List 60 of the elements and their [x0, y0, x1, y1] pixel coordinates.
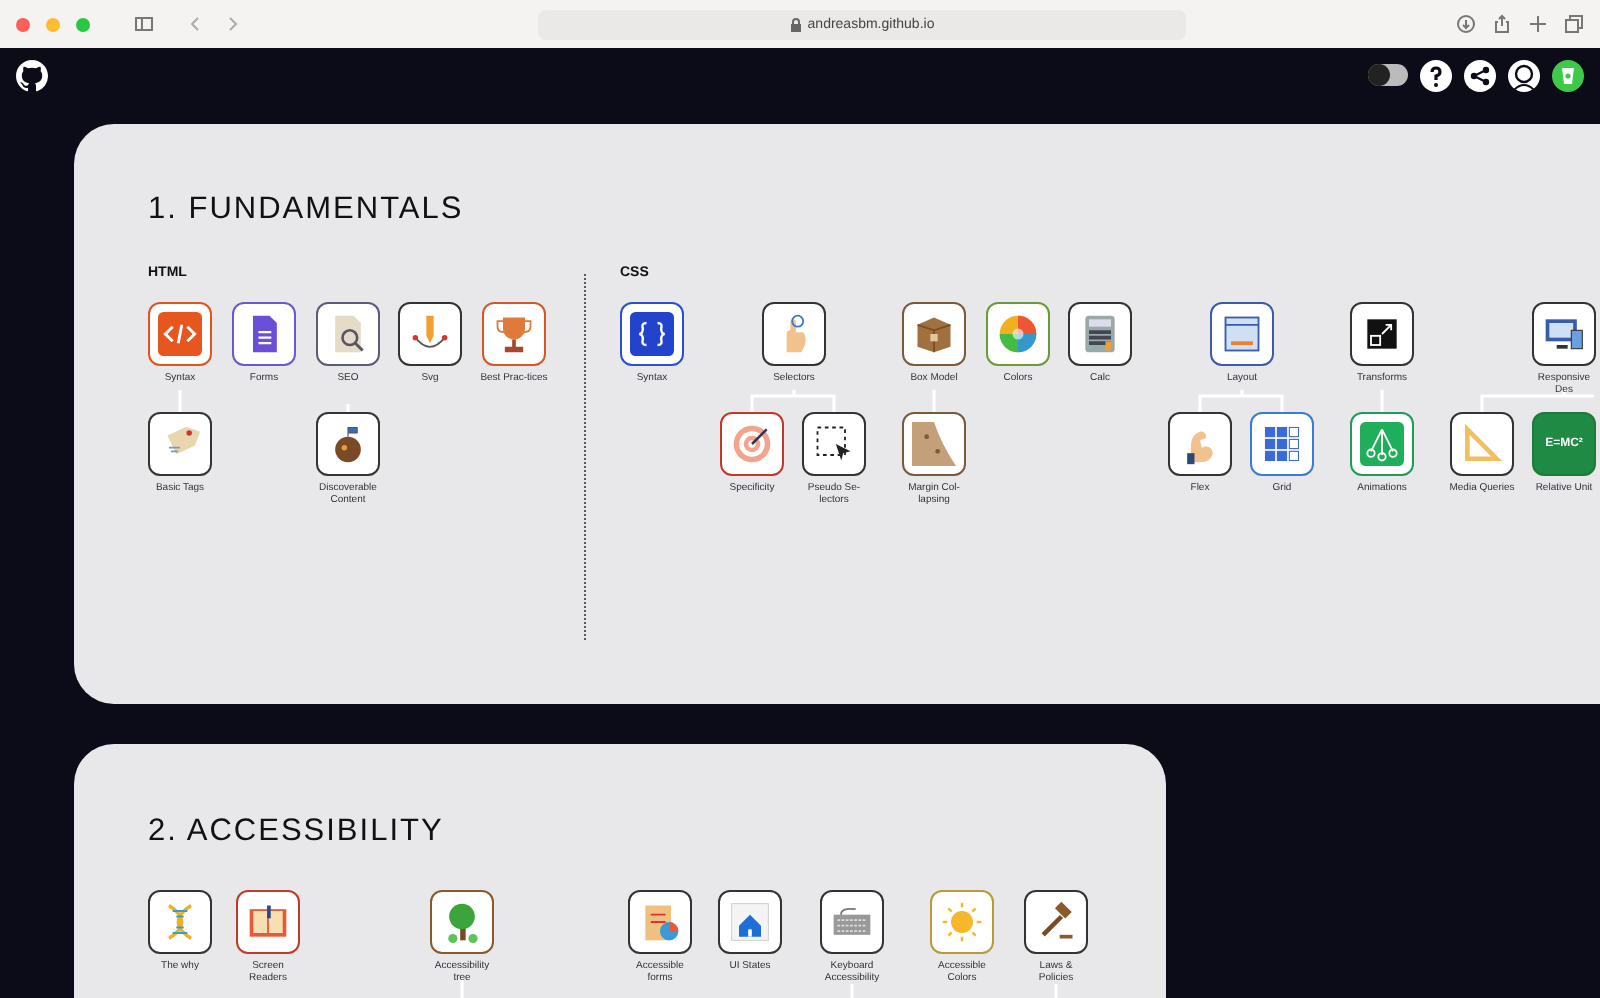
- topic-node[interactable]: [718, 890, 782, 954]
- topic-node[interactable]: [398, 302, 462, 366]
- topic-node[interactable]: [762, 302, 826, 366]
- topic-node[interactable]: [316, 302, 380, 366]
- topic-node[interactable]: [148, 412, 212, 476]
- topic-node[interactable]: [316, 412, 380, 476]
- topic-node[interactable]: [430, 890, 494, 954]
- topic-node[interactable]: [1168, 412, 1232, 476]
- github-icon[interactable]: [16, 59, 48, 91]
- topic-node[interactable]: [1350, 302, 1414, 366]
- connector-line: [1198, 388, 1284, 414]
- grid-icon: [1260, 422, 1304, 466]
- target-icon: [730, 422, 774, 466]
- topic-node[interactable]: [902, 412, 966, 476]
- sidebar-icon[interactable]: [134, 14, 154, 34]
- topic-node[interactable]: [986, 302, 1050, 366]
- topic-node[interactable]: [232, 302, 296, 366]
- new-tab-icon[interactable]: [1528, 14, 1548, 34]
- trophy-icon: [492, 312, 536, 356]
- theme-toggle[interactable]: [1368, 64, 1408, 86]
- topic-node[interactable]: [1350, 412, 1414, 476]
- nodes-icon: [1360, 422, 1404, 466]
- sun-icon: [940, 900, 984, 944]
- topic-node[interactable]: [1068, 302, 1132, 366]
- topic-node[interactable]: [620, 302, 684, 366]
- house-icon: [728, 900, 772, 944]
- topic-node[interactable]: [148, 890, 212, 954]
- topic-node[interactable]: [802, 412, 866, 476]
- help-icon[interactable]: [1420, 59, 1452, 91]
- topic-node[interactable]: [482, 302, 546, 366]
- topic-node[interactable]: [1532, 302, 1596, 366]
- braces-icon: [630, 312, 674, 356]
- topic-node[interactable]: [902, 302, 966, 366]
- avatar-icon[interactable]: [1508, 59, 1540, 91]
- topic-node[interactable]: [930, 890, 994, 954]
- section-title: 2. ACCESSIBILITY: [148, 814, 444, 850]
- topic-node[interactable]: [1024, 890, 1088, 954]
- selection-cursor-icon: [812, 422, 856, 466]
- close-window-button[interactable]: [16, 17, 30, 31]
- topic-node[interactable]: [148, 302, 212, 366]
- connector-line: [750, 388, 836, 414]
- layout-icon: [1220, 312, 1264, 356]
- topic-node[interactable]: [1450, 412, 1514, 476]
- download-icon[interactable]: [1456, 14, 1476, 34]
- topic-node[interactable]: [628, 890, 692, 954]
- topic-node[interactable]: [1210, 302, 1274, 366]
- tabs-icon[interactable]: [1564, 14, 1584, 34]
- section-title: 1. FUNDAMENTALS: [148, 192, 464, 228]
- topic-node[interactable]: [820, 890, 884, 954]
- color-wheel-icon: [996, 312, 1040, 356]
- slope-icon: [912, 422, 956, 466]
- box-icon: [912, 312, 956, 356]
- connector-line: [1480, 388, 1596, 414]
- share-icon[interactable]: [1464, 59, 1496, 91]
- cup-icon[interactable]: [1552, 59, 1584, 91]
- topic-node[interactable]: [236, 890, 300, 954]
- lock-icon: [789, 17, 802, 31]
- topic-node[interactable]: [720, 412, 784, 476]
- code-icon: [158, 312, 202, 356]
- topic-node[interactable]: [1250, 412, 1314, 476]
